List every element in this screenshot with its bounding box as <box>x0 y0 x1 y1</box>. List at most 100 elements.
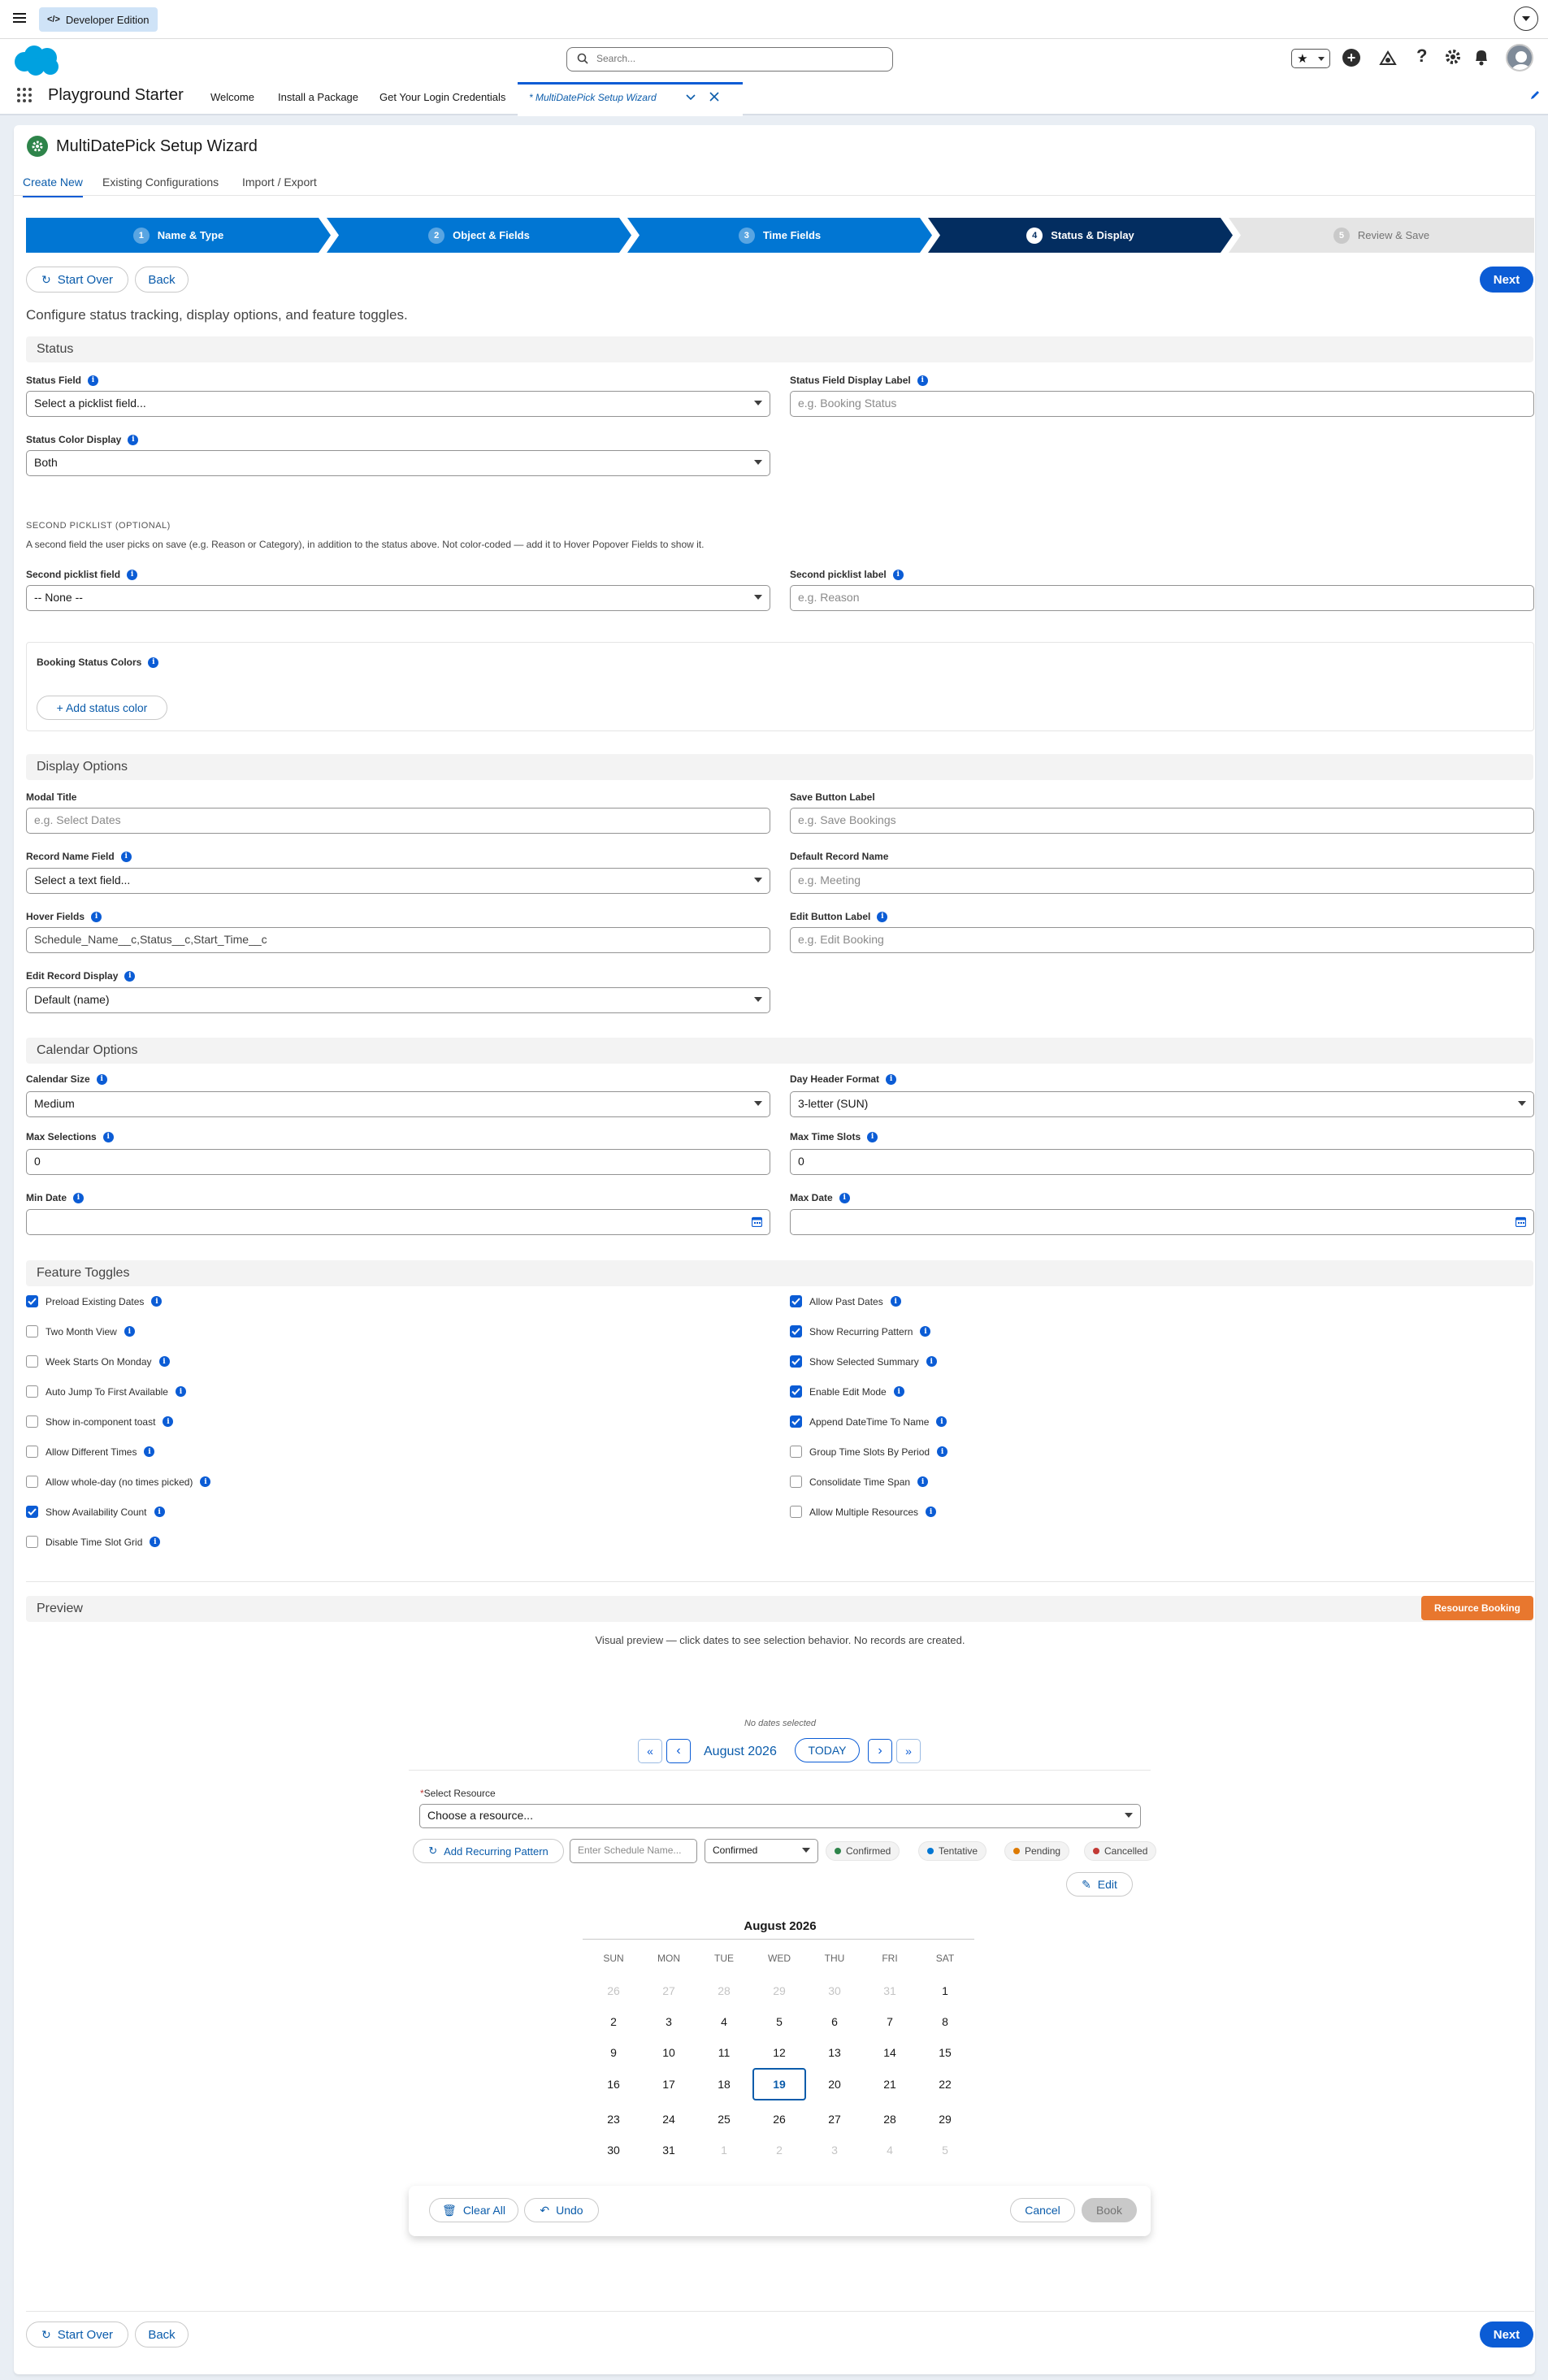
info-icon[interactable]: i <box>893 1386 904 1397</box>
step-status-display[interactable]: 4 Status & Display <box>928 218 1233 253</box>
info-icon[interactable]: i <box>151 1296 163 1307</box>
info-icon[interactable]: i <box>96 1073 107 1085</box>
toggle-show-selected-summary[interactable]: Show Selected Summary i <box>790 1355 937 1368</box>
resource-select[interactable]: Choose a resource... <box>419 1804 1141 1828</box>
calendar-icon[interactable] <box>1515 1216 1526 1227</box>
chevron-down-icon[interactable] <box>686 94 696 101</box>
checkbox-checked-icon[interactable] <box>790 1325 802 1337</box>
color-display-select[interactable]: Both <box>26 450 770 476</box>
max-selections-input[interactable]: 0 <box>26 1149 770 1175</box>
cancel-button[interactable]: Cancel <box>1010 2198 1075 2222</box>
info-icon[interactable]: i <box>150 1537 161 1547</box>
add-icon[interactable]: + <box>1342 49 1360 67</box>
pencil-icon[interactable] <box>1529 89 1541 101</box>
undo-button[interactable]: ↶ Undo <box>524 2198 599 2222</box>
toggle-allow-multiple-resources[interactable]: Allow Multiple Resources i <box>790 1506 937 1518</box>
status-select[interactable]: Confirmed <box>705 1839 818 1863</box>
hover-fields-input[interactable]: Schedule_Name__c,Status__c,Start_Time__c <box>26 927 770 953</box>
avatar[interactable] <box>1506 44 1533 72</box>
checkbox-checked-icon[interactable] <box>790 1385 802 1398</box>
info-icon[interactable]: i <box>163 1416 174 1427</box>
calendar-day[interactable]: 26 <box>755 2113 804 2126</box>
favorites-button[interactable]: ★ <box>1291 49 1330 68</box>
checkbox-checked-icon[interactable] <box>790 1355 802 1368</box>
book-button[interactable]: Book <box>1082 2198 1137 2222</box>
min-date-input[interactable] <box>26 1209 770 1235</box>
start-over-button-bottom[interactable]: ↻ Start Over <box>26 2321 128 2347</box>
next-button-bottom[interactable]: Next <box>1480 2321 1533 2347</box>
toggle-enable-edit-mode[interactable]: Enable Edit Mode i <box>790 1385 904 1398</box>
tab-import-export[interactable]: Import / Export <box>242 176 317 189</box>
salesforce-logo[interactable] <box>11 44 62 76</box>
toggle-consolidate-time-span[interactable]: Consolidate Time Span i <box>790 1476 929 1488</box>
info-icon[interactable]: i <box>890 1296 901 1307</box>
bell-icon[interactable] <box>1473 48 1489 66</box>
toggle-allow-whole-day-no-times-picked-[interactable]: Allow whole-day (no times picked) i <box>26 1476 211 1488</box>
tab-create-new[interactable]: Create New <box>23 176 83 197</box>
checkbox-checked-icon[interactable] <box>790 1415 802 1428</box>
app-launcher-icon[interactable] <box>16 87 33 103</box>
next-month-button[interactable]: › <box>868 1739 892 1763</box>
info-icon[interactable]: i <box>917 375 928 386</box>
status-display-input[interactable]: e.g. Booking Status <box>790 391 1534 417</box>
schedule-name-input[interactable]: Enter Schedule Name... <box>570 1839 697 1863</box>
help-icon[interactable]: ? <box>1416 46 1427 67</box>
calendar-day[interactable]: 25 <box>700 2113 748 2126</box>
calendar-day[interactable]: 4 <box>700 2015 748 2028</box>
save-label-input[interactable]: e.g. Save Bookings <box>790 808 1534 834</box>
checkbox-checked-icon[interactable] <box>790 1295 802 1307</box>
day-header-select[interactable]: 3-letter (SUN) <box>790 1091 1534 1117</box>
status-field-select[interactable]: Select a picklist field... <box>26 391 770 417</box>
prev-year-button[interactable]: « <box>638 1739 662 1763</box>
trailhead-icon[interactable] <box>1379 50 1397 66</box>
calendar-day[interactable]: 20 <box>810 2078 859 2091</box>
info-icon[interactable]: i <box>877 911 888 922</box>
edit-label-input[interactable]: e.g. Edit Booking <box>790 927 1534 953</box>
calendar-day[interactable]: 10 <box>644 2046 693 2059</box>
nav-item-install-package[interactable]: Install a Package <box>278 91 358 103</box>
calendar-day[interactable]: 30 <box>589 2144 638 2157</box>
tab-setup-wizard[interactable]: * MultiDatePick Setup Wizard <box>518 82 743 116</box>
info-icon[interactable]: i <box>200 1476 211 1487</box>
calendar-day[interactable]: 13 <box>810 2046 859 2059</box>
toggle-show-recurring-pattern[interactable]: Show Recurring Pattern i <box>790 1325 931 1337</box>
calendar-day[interactable]: 14 <box>865 2046 914 2059</box>
info-icon[interactable]: i <box>128 434 139 445</box>
step-name-type[interactable]: 1 Name & Type <box>26 218 331 253</box>
nav-item-welcome[interactable]: Welcome <box>210 91 254 103</box>
checkbox-checked-icon[interactable] <box>26 1506 38 1518</box>
calendar-day[interactable]: 31 <box>644 2144 693 2157</box>
info-icon[interactable]: i <box>73 1192 85 1203</box>
info-icon[interactable]: i <box>127 569 138 580</box>
calendar-day[interactable]: 9 <box>589 2046 638 2059</box>
nav-item-login-credentials[interactable]: Get Your Login Credentials <box>379 91 505 103</box>
second-field-select[interactable]: -- None -- <box>26 585 770 611</box>
toggle-append-datetime-to-name[interactable]: Append DateTime To Name i <box>790 1415 947 1428</box>
next-year-button[interactable]: » <box>896 1739 921 1763</box>
next-button[interactable]: Next <box>1480 267 1533 293</box>
back-button-bottom[interactable]: Back <box>135 2321 189 2347</box>
info-icon[interactable]: i <box>892 569 904 580</box>
info-icon[interactable]: i <box>839 1192 850 1203</box>
start-over-button[interactable]: ↻ Start Over <box>26 267 128 293</box>
calendar-day[interactable]: 6 <box>810 2015 859 2028</box>
today-button[interactable]: TODAY <box>795 1738 860 1762</box>
default-name-input[interactable]: e.g. Meeting <box>790 868 1534 894</box>
checkbox-icon[interactable] <box>26 1446 38 1458</box>
calendar-day[interactable]: 18 <box>700 2078 748 2091</box>
calendar-day[interactable]: 23 <box>589 2113 638 2126</box>
info-icon[interactable]: i <box>158 1356 170 1367</box>
checkbox-icon[interactable] <box>26 1415 38 1428</box>
toggle-allow-past-dates[interactable]: Allow Past Dates i <box>790 1295 901 1307</box>
gear-icon[interactable] <box>1444 48 1462 66</box>
checkbox-icon[interactable] <box>790 1446 802 1458</box>
info-icon[interactable]: i <box>148 657 159 668</box>
calendar-day[interactable]: 22 <box>921 2078 969 2091</box>
info-icon[interactable]: i <box>936 1416 947 1427</box>
second-label-input[interactable]: e.g. Reason <box>790 585 1534 611</box>
add-status-color-button[interactable]: + Add status color <box>37 696 167 720</box>
calendar-day[interactable]: 8 <box>921 2015 969 2028</box>
calendar-day[interactable]: 7 <box>865 2015 914 2028</box>
info-icon[interactable]: i <box>867 1131 878 1142</box>
info-icon[interactable]: i <box>102 1131 114 1142</box>
